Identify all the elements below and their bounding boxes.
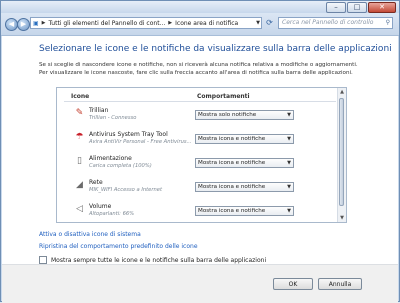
- always-show-checkbox[interactable]: [39, 256, 47, 264]
- item-name: Volume: [89, 203, 112, 210]
- behavior-dropdown[interactable]: Mostra icona e notifiche ▼: [195, 182, 294, 192]
- behavior-value: Mostra icona e notifiche: [198, 184, 266, 190]
- ok-button[interactable]: OK: [273, 278, 313, 290]
- list-item: ☂ Antivirus System Tray Tool Avira AntiV…: [57, 128, 339, 152]
- network-icon: ◢: [76, 180, 83, 190]
- cancel-button[interactable]: Annulla: [318, 278, 362, 290]
- behavior-value: Mostra icona e notifiche: [198, 160, 266, 166]
- navigation-bar: ◀ ▶ ▣ ▶ Tutti gli elementi del Pannello …: [1, 13, 399, 36]
- header-divider: [64, 101, 336, 102]
- scroll-down-icon[interactable]: ▼: [338, 214, 346, 222]
- breadcrumb-item-all-items[interactable]: Tutti gli elementi del Pannello di cont.…: [47, 20, 168, 27]
- page-title: Selezionare le icone e le notifiche da v…: [39, 44, 392, 54]
- icons-list-panel: Icone Comportamenti ✎ Trillian Trillian …: [56, 87, 347, 223]
- control-panel-icon: ▣: [33, 19, 39, 27]
- behavior-value: Mostra solo notifiche: [198, 112, 257, 118]
- item-name: Alimentazione: [89, 155, 132, 162]
- address-bar[interactable]: ▣ ▶ Tutti gli elementi del Pannello di c…: [30, 17, 262, 29]
- behavior-dropdown[interactable]: Mostra solo notifiche ▼: [195, 110, 294, 120]
- behavior-value: Mostra icona e notifiche: [198, 136, 266, 142]
- antivirus-icon: ☂: [75, 132, 84, 142]
- behavior-dropdown[interactable]: Mostra icona e notifiche ▼: [195, 206, 294, 216]
- chevron-down-icon: ▼: [287, 184, 291, 190]
- chevron-down-icon: ▼: [287, 160, 291, 166]
- power-icon: ▯: [77, 156, 82, 166]
- item-status: MIK_WIFI Accesso a Internet: [89, 187, 163, 193]
- dialog-footer: OK Annulla: [2, 264, 398, 303]
- always-show-label: Mostra sempre tutte le icone e le notifi…: [51, 256, 267, 264]
- behavior-value: Mostra icona e notifiche: [198, 208, 266, 214]
- behavior-dropdown[interactable]: Mostra icona e notifiche ▼: [195, 158, 294, 168]
- item-name: Antivirus System Tray Tool: [89, 131, 168, 138]
- search-icon[interactable]: ⚲: [386, 18, 390, 28]
- scroll-up-icon[interactable]: ▲: [338, 88, 346, 96]
- address-dropdown-icon[interactable]: ▼: [255, 20, 261, 26]
- trillian-icon: ✎: [75, 108, 84, 118]
- chevron-down-icon: ▼: [287, 208, 291, 214]
- breadcrumb-item-notification-icons[interactable]: Icone area di notifica: [173, 20, 240, 27]
- list-item: ◢ Rete MIK_WIFI Accesso a Internet Mostr…: [57, 176, 339, 200]
- window-controls: – □ ✕: [325, 2, 396, 13]
- list-item: ✎ Trillian Trillian - Connesso Mostra so…: [57, 104, 339, 128]
- chevron-down-icon: ▼: [287, 112, 291, 118]
- list-item: ▯ Alimentazione Carica completa (100%) M…: [57, 152, 339, 176]
- volume-icon: ◁: [76, 204, 83, 214]
- item-status: Carica completa (100%): [89, 163, 152, 169]
- item-status: Avira AntiVir Personal - Free Antivirus.…: [89, 139, 192, 145]
- system-icons-link[interactable]: Attiva o disattiva icone di sistema: [39, 231, 141, 238]
- forward-arrow-icon[interactable]: ▶: [17, 18, 30, 31]
- control-panel-window: – □ ✕ ◀ ▶ ▣ ▶ Tutti gli elementi del Pan…: [0, 0, 400, 303]
- vertical-scrollbar[interactable]: ▲ ▼: [337, 88, 346, 222]
- column-header-icons: Icone: [71, 93, 90, 100]
- close-button[interactable]: ✕: [368, 2, 396, 13]
- item-name: Trillian: [89, 107, 109, 114]
- item-status: Altoparlanti: 66%: [89, 211, 135, 217]
- item-name: Rete: [89, 179, 103, 186]
- refresh-icon[interactable]: ⟳: [264, 17, 275, 29]
- column-header-behaviors: Comportamenti: [197, 93, 250, 100]
- maximize-button[interactable]: □: [347, 2, 367, 13]
- search-input[interactable]: Cerca nel Pannello di controllo ⚲: [278, 17, 393, 29]
- title-bar: – □ ✕: [1, 1, 399, 13]
- behavior-dropdown[interactable]: Mostra icona e notifiche ▼: [195, 134, 294, 144]
- page-description: Se si sceglie di nascondere icone e noti…: [39, 62, 358, 76]
- item-status: Trillian - Connesso: [89, 115, 137, 121]
- scrollbar-thumb[interactable]: [339, 98, 344, 206]
- search-placeholder: Cerca nel Pannello di controllo: [282, 19, 374, 26]
- list-item: ◁ Volume Altoparlanti: 66% Mostra icona …: [57, 200, 339, 222]
- restore-defaults-link[interactable]: Ripristina del comportamento predefinito…: [39, 243, 198, 250]
- main-content: Selezionare le icone e le notifiche da v…: [2, 36, 398, 264]
- always-show-checkbox-row[interactable]: Mostra sempre tutte le icone e le notifi…: [39, 256, 266, 264]
- chevron-down-icon: ▼: [287, 136, 291, 142]
- minimize-button[interactable]: –: [326, 2, 346, 13]
